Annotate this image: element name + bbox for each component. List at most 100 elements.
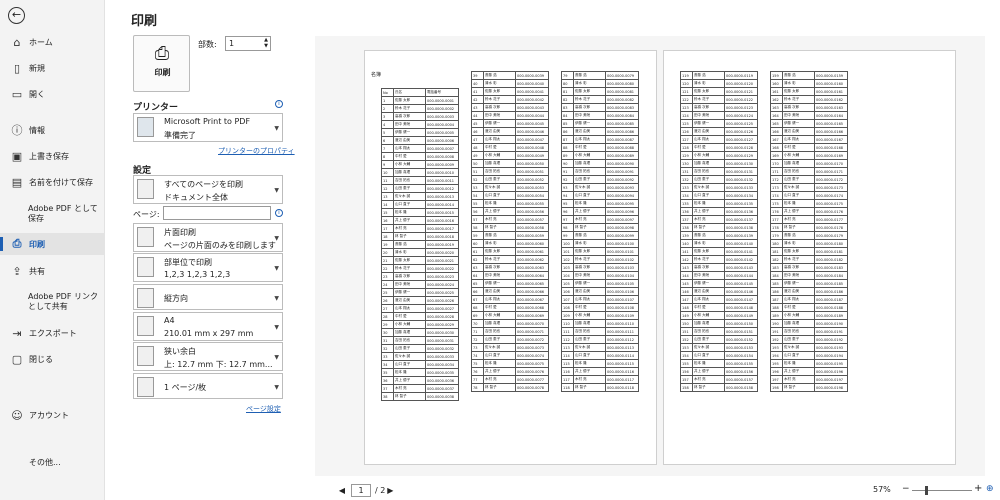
table-row: 39 斎藤 浩 000-0000-0039 bbox=[471, 71, 549, 80]
table-row: 4 田中 美咲 000-0000-0004 bbox=[381, 120, 459, 129]
table-row: 35 松本 隆 000-0000-0035 bbox=[381, 368, 459, 377]
zoom-in-icon[interactable]: + bbox=[974, 483, 982, 494]
nav-close[interactable]: ▢ 閉じる bbox=[0, 348, 105, 370]
table-row: 15 松本 隆 000-0000-0015 bbox=[381, 208, 459, 217]
table-row: 183 高橋 次郎 000-0000-0183 bbox=[770, 263, 848, 272]
nav-save[interactable]: ▣ 上書き保存 bbox=[0, 145, 105, 167]
chevron-down-icon: ▼ bbox=[274, 265, 279, 272]
table-row: 146 渡辺 由美 000-0000-0146 bbox=[680, 287, 758, 296]
table-row: 141 佐藤 太郎 000-0000-0141 bbox=[680, 247, 758, 256]
printer-properties-link[interactable]: プリンターのプロパティ bbox=[218, 146, 295, 156]
table-row: 75 松本 隆 000-0000-0075 bbox=[471, 359, 549, 368]
nav-share[interactable]: ⇪ 共有 bbox=[0, 260, 105, 282]
nav-open[interactable]: ▭ 開く bbox=[0, 83, 105, 105]
info-icon[interactable]: i bbox=[275, 100, 283, 108]
table-row: 124 田中 美咲 000-0000-0124 bbox=[680, 111, 758, 120]
print-button[interactable]: ⎙ 印刷 bbox=[133, 35, 190, 92]
nav-save-adobe-pdf[interactable]: Adobe PDF として保存 bbox=[28, 204, 100, 224]
nav-export[interactable]: ⇥ エクスポート bbox=[0, 322, 105, 344]
table-row: 33 佐々木 誠 000-0000-0033 bbox=[381, 352, 459, 361]
table-row: 172 山田 恵子 000-0000-0172 bbox=[770, 175, 848, 184]
collate-dropdown[interactable]: 部単位で印刷 1,2,3 1,2,3 1,2,3 ▼ bbox=[133, 253, 283, 282]
margins-icon bbox=[137, 346, 154, 366]
table-row: 90 加藤 真理 000-0000-0090 bbox=[561, 159, 639, 168]
table-row: 9 小林 大輔 000-0000-0009 bbox=[381, 160, 459, 169]
table-row: 136 井上 優子 000-0000-0136 bbox=[680, 207, 758, 216]
table-row: 19 斎藤 浩 000-0000-0019 bbox=[381, 240, 459, 249]
table-row: 111 吉田 拓也 000-0000-0111 bbox=[561, 327, 639, 336]
printer-dropdown[interactable]: Microsoft Print to PDF 準備完了 ▼ bbox=[133, 113, 283, 142]
chevron-down-icon: ▼ bbox=[274, 354, 279, 361]
sides-dropdown[interactable]: 片面印刷 ページの片面のみを印刷します ▼ bbox=[133, 223, 283, 252]
table-row: 21 佐藤 太郎 000-0000-0021 bbox=[381, 256, 459, 265]
table-row: 57 木村 亮 000-0000-0057 bbox=[471, 215, 549, 224]
nav-print[interactable]: ⎙ 印刷 bbox=[0, 233, 105, 255]
preview-page-2: 119 斎藤 浩 000-0000-0119 120 清水 彩 000-0000-0120… bbox=[663, 50, 956, 465]
table-row: 143 高橋 次郎 000-0000-0143 bbox=[680, 263, 758, 272]
table-row: 72 山田 恵子 000-0000-0072 bbox=[471, 335, 549, 344]
chevron-down-icon: ▼ bbox=[274, 125, 279, 132]
save-as-icon: ▤ bbox=[11, 175, 23, 189]
table-row: 47 山本 翔太 000-0000-0047 bbox=[471, 135, 549, 144]
table-row: 105 伊藤 健一 000-0000-0105 bbox=[561, 279, 639, 288]
table-row: 139 斎藤 浩 000-0000-0139 bbox=[680, 231, 758, 240]
table-row: 190 加藤 真理 000-0000-0190 bbox=[770, 319, 848, 328]
table-row: 28 中村 愛 000-0000-0028 bbox=[381, 312, 459, 321]
table-row: 129 小林 大輔 000-0000-0129 bbox=[680, 151, 758, 160]
zoom-out-icon[interactable]: − bbox=[902, 484, 910, 494]
print-range-dropdown[interactable]: すべてのページを印刷 ドキュメント全体 ▼ bbox=[133, 175, 283, 204]
pages-input[interactable] bbox=[163, 206, 271, 220]
next-page-icon[interactable]: ▶ bbox=[385, 486, 395, 495]
back-arrow-icon[interactable]: ← bbox=[8, 7, 25, 24]
orientation-dropdown[interactable]: 縦方向 ▼ bbox=[133, 284, 283, 310]
nav-more[interactable]: その他... bbox=[0, 451, 105, 473]
table-row: 127 山本 翔太 000-0000-0127 bbox=[680, 135, 758, 144]
new-document-icon: ▯ bbox=[13, 61, 21, 75]
table-row: 65 伊藤 健一 000-0000-0065 bbox=[471, 279, 549, 288]
close-folder-icon: ▢ bbox=[11, 352, 23, 366]
table-row: 80 清水 彩 000-0000-0080 bbox=[561, 79, 639, 88]
nav-save-as[interactable]: ▤ 名前を付けて保存 bbox=[0, 171, 105, 193]
nav-home[interactable]: ⌂ ホーム bbox=[0, 31, 105, 53]
fit-to-page-icon[interactable]: ⊕ bbox=[986, 484, 994, 494]
table-row: 148 中村 愛 000-0000-0148 bbox=[680, 303, 758, 312]
copies-input[interactable]: 1 ▲ ▼ bbox=[225, 36, 271, 51]
table-row: 186 渡辺 由美 000-0000-0186 bbox=[770, 287, 848, 296]
table-row: 59 斎藤 浩 000-0000-0059 bbox=[471, 231, 549, 240]
pages-per-sheet-dropdown[interactable]: 1 ページ/枚 ▼ bbox=[133, 373, 283, 399]
table-row: 167 山本 翔太 000-0000-0167 bbox=[770, 135, 848, 144]
nav-new[interactable]: ▯ 新規 bbox=[0, 57, 105, 79]
zoom-slider[interactable] bbox=[912, 490, 972, 491]
table-row: 119 斎藤 浩 000-0000-0119 bbox=[680, 71, 758, 80]
table-row: 137 木村 亮 000-0000-0137 bbox=[680, 215, 758, 224]
table-row: 134 山口 直子 000-0000-0134 bbox=[680, 191, 758, 200]
margins-dropdown[interactable]: 狭い余白 上: 12.7 mm 下: 12.7 mm... ▼ bbox=[133, 342, 283, 371]
nav-account[interactable]: ☺ アカウント bbox=[0, 404, 105, 426]
table-row: 150 加藤 真理 000-0000-0150 bbox=[680, 319, 758, 328]
table-header-row: No 氏名 電話番号 bbox=[381, 88, 459, 97]
table-row: 92 山田 恵子 000-0000-0092 bbox=[561, 175, 639, 184]
info-icon: ⓘ bbox=[11, 124, 23, 137]
table-row: 83 高橋 次郎 000-0000-0083 bbox=[561, 103, 639, 112]
table-row: 191 吉田 拓也 000-0000-0191 bbox=[770, 327, 848, 336]
table-row: 164 田中 美咲 000-0000-0164 bbox=[770, 111, 848, 120]
page-number-input[interactable]: 1 bbox=[351, 484, 371, 497]
chevron-down-icon: ▼ bbox=[274, 187, 279, 194]
zoom-slider-thumb[interactable] bbox=[925, 486, 928, 495]
info-icon[interactable]: i bbox=[275, 209, 283, 217]
prev-page-icon[interactable]: ◀ bbox=[337, 486, 347, 495]
table-row: 76 井上 優子 000-0000-0076 bbox=[471, 367, 549, 376]
table-row: 27 山本 翔太 000-0000-0027 bbox=[381, 304, 459, 313]
nav-info[interactable]: ⓘ 情報 bbox=[0, 119, 105, 141]
table-row: 30 加藤 真理 000-0000-0030 bbox=[381, 328, 459, 337]
table-row: 171 吉田 拓也 000-0000-0171 bbox=[770, 167, 848, 176]
table-row: 177 木村 亮 000-0000-0177 bbox=[770, 215, 848, 224]
table-row: 86 渡辺 由美 000-0000-0086 bbox=[561, 127, 639, 136]
paper-size-dropdown[interactable]: A4 210.01 mm x 297 mm ▼ bbox=[133, 312, 283, 341]
portrait-icon bbox=[137, 288, 154, 308]
page-setup-link[interactable]: ページ設定 bbox=[246, 404, 281, 414]
table-row: 70 加藤 真理 000-0000-0070 bbox=[471, 319, 549, 328]
spinner-icon[interactable]: ▲ ▼ bbox=[264, 37, 268, 49]
export-icon: ⇥ bbox=[12, 326, 22, 340]
nav-share-adobe-pdf-link[interactable]: Adobe PDF リンクとして共有 bbox=[28, 292, 100, 312]
